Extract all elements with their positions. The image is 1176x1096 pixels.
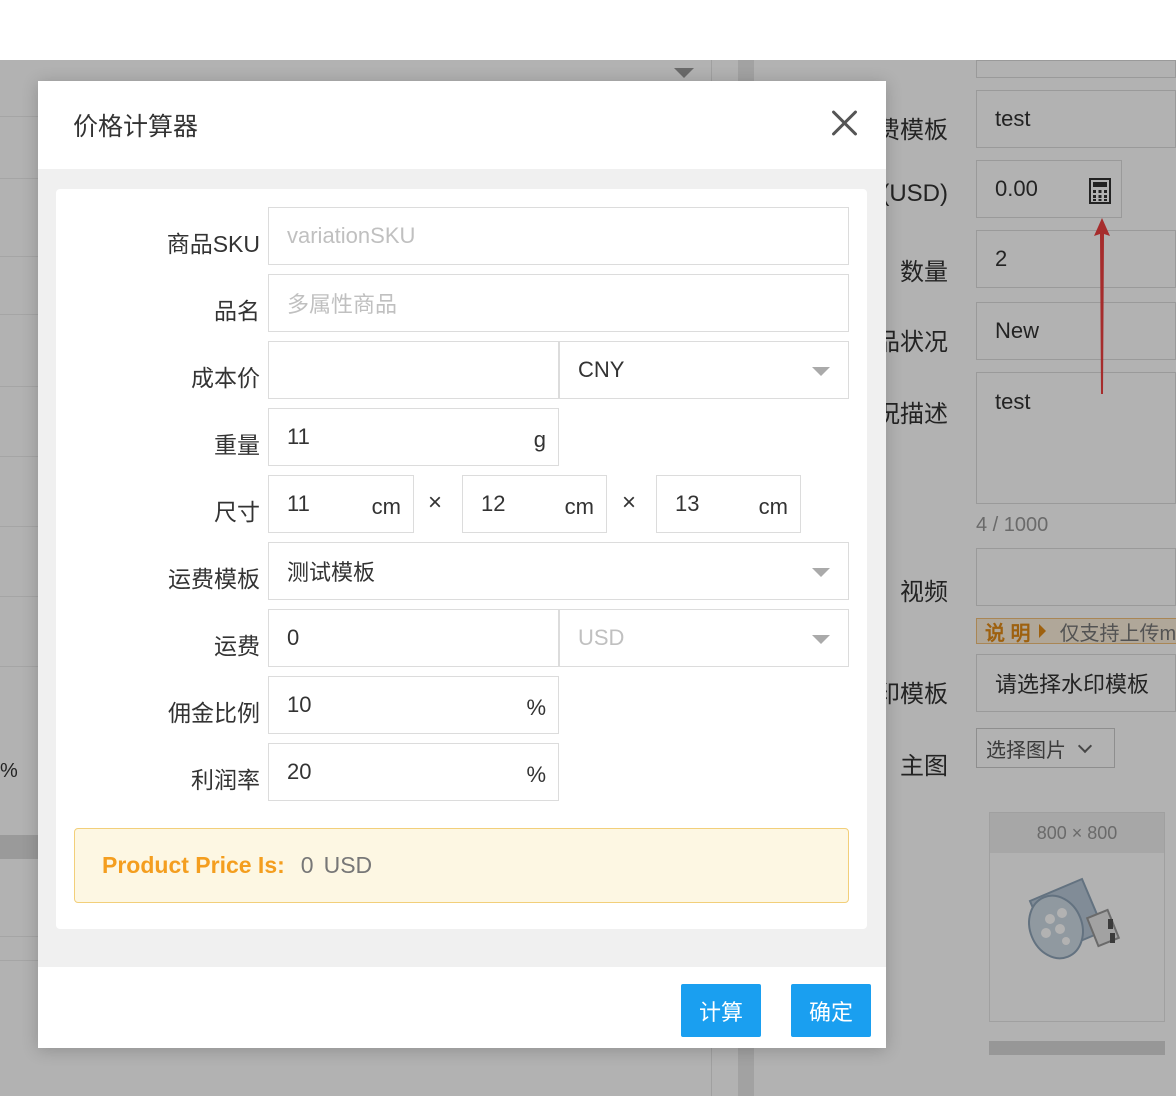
profit-value: 20	[287, 759, 312, 784]
times-sign: ×	[622, 489, 637, 516]
caret-down-icon	[812, 367, 830, 376]
commission-value: 10	[287, 692, 312, 717]
sku-row: 商品SKU variationSKU	[56, 207, 867, 265]
top-bar	[0, 0, 1176, 60]
result-label: Product Price Is:	[102, 852, 285, 878]
cost-currency-select[interactable]: CNY	[559, 341, 849, 399]
size-row: 尺寸 11 cm × 12 cm × 13 cm	[56, 475, 867, 533]
size-label: 尺寸	[214, 499, 260, 525]
shipping-fee-label: 运费	[214, 633, 260, 659]
height-value: 13	[675, 491, 700, 516]
cost-currency-value: CNY	[578, 357, 625, 382]
shipping-fee-row: 运费 0 USD	[56, 609, 867, 667]
modal-body: 商品SKU variationSKU 品名 多属性商品 成本价 CNY 重量 1…	[38, 169, 886, 967]
width-input[interactable]: 12 cm	[462, 475, 607, 533]
name-input[interactable]: 多属性商品	[268, 274, 849, 332]
profit-input[interactable]: 20 %	[268, 743, 559, 801]
width-value: 12	[481, 491, 506, 516]
cost-row: 成本价 CNY	[56, 341, 867, 399]
shipping-template-label: 运费模板	[168, 566, 260, 592]
commission-unit: %	[526, 695, 546, 720]
price-result: Product Price Is: 0 USD	[74, 828, 849, 903]
shipping-fee-currency-select[interactable]: USD	[559, 609, 849, 667]
sku-input[interactable]: variationSKU	[268, 207, 849, 265]
height-input[interactable]: 13 cm	[656, 475, 801, 533]
modal-footer: 计算 确定	[38, 967, 886, 1048]
profit-label: 利润率	[191, 767, 260, 793]
calculator-form: 商品SKU variationSKU 品名 多属性商品 成本价 CNY 重量 1…	[56, 189, 867, 929]
weight-row: 重量 11 g	[56, 408, 867, 466]
name-label: 品名	[214, 298, 260, 324]
caret-down-icon	[812, 635, 830, 644]
price-calculator-modal: 价格计算器 商品SKU variationSKU 品名 多属性商品 成本价 CN…	[38, 81, 886, 1048]
weight-input[interactable]: 11 g	[268, 408, 559, 466]
commission-label: 佣金比例	[168, 700, 260, 726]
length-unit: cm	[371, 494, 401, 519]
height-unit: cm	[758, 494, 788, 519]
weight-value: 11	[287, 424, 310, 449]
width-unit: cm	[564, 494, 594, 519]
profit-row: 利润率 20 %	[56, 743, 867, 801]
sku-label: 商品SKU	[166, 231, 260, 257]
shipping-template-value: 测试模板	[287, 560, 376, 585]
shipping-fee-currency-placeholder: USD	[578, 625, 625, 650]
result-currency: USD	[323, 852, 373, 878]
weight-label: 重量	[214, 432, 260, 458]
commission-input[interactable]: 10 %	[268, 676, 559, 734]
cost-input[interactable]	[268, 341, 559, 399]
calculate-button[interactable]: 计算	[681, 984, 761, 1037]
length-input[interactable]: 11 cm	[268, 475, 414, 533]
profit-unit: %	[526, 762, 546, 787]
shipping-template-row: 运费模板 测试模板	[56, 542, 867, 600]
shipping-fee-input[interactable]: 0	[268, 609, 559, 667]
weight-unit: g	[533, 427, 546, 452]
modal-header: 价格计算器	[38, 81, 886, 169]
modal-title: 价格计算器	[73, 113, 199, 141]
result-value: 0	[300, 852, 314, 878]
times-sign: ×	[428, 489, 443, 516]
cost-label: 成本价	[191, 365, 260, 391]
caret-down-icon	[812, 568, 830, 577]
confirm-button[interactable]: 确定	[791, 984, 871, 1037]
commission-row: 佣金比例 10 %	[56, 676, 867, 734]
name-row: 品名 多属性商品	[56, 274, 867, 332]
length-value: 11	[287, 491, 310, 516]
shipping-template-select[interactable]: 测试模板	[268, 542, 849, 600]
close-icon[interactable]	[830, 108, 860, 138]
